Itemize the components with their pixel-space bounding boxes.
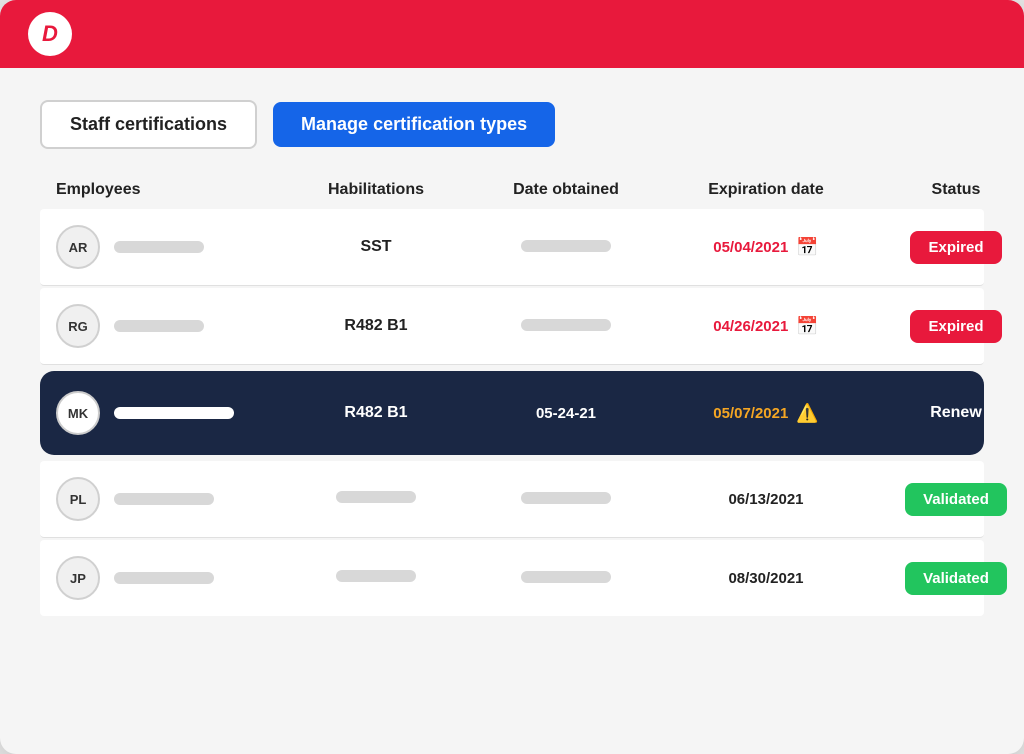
status-cell-rg: Expired (876, 310, 1024, 343)
avatar-jp: JP (56, 556, 100, 600)
col-header-employees: Employees (56, 181, 276, 199)
date-obtained-ar (476, 239, 656, 256)
date-placeholder-jp (521, 571, 611, 583)
name-placeholder-rg (114, 320, 204, 332)
habilitation-r482b1-rg: R482 B1 (276, 317, 476, 335)
name-placeholder-mk (114, 407, 234, 419)
status-badge-validated-pl: Validated (905, 483, 1007, 516)
date-obtained-pl (476, 491, 656, 508)
app-window: D Staff certifications Manage certificat… (0, 0, 1024, 754)
logo: D (28, 12, 72, 56)
status-badge-expired-ar: Expired (910, 231, 1001, 264)
col-header-status: Status (876, 181, 1024, 199)
habilitation-jp (276, 569, 476, 587)
staff-certifications-tab[interactable]: Staff certifications (40, 100, 257, 149)
expiration-date-pl: 06/13/2021 (656, 491, 876, 508)
status-badge-validated-jp: Validated (905, 562, 1007, 595)
habil-placeholder-pl (336, 491, 416, 503)
table-row: AR SST 05/04/2021 📅 Expired (40, 209, 984, 286)
manage-certification-types-tab[interactable]: Manage certification types (273, 102, 555, 147)
main-content: Staff certifications Manage certificatio… (0, 68, 1024, 754)
avatar-ar: AR (56, 225, 100, 269)
top-bar: D (0, 0, 1024, 68)
tab-row: Staff certifications Manage certificatio… (40, 100, 984, 149)
status-cell-pl: Validated (876, 483, 1024, 516)
date-placeholder-pl (521, 492, 611, 504)
table-header: Employees Habilitations Date obtained Ex… (40, 181, 984, 209)
table-row-highlighted: MK R482 B1 05-24-21 05/07/2021 ⚠️ Renew (40, 371, 984, 455)
status-cell-ar: Expired (876, 231, 1024, 264)
name-placeholder-jp (114, 572, 214, 584)
expiration-date-ar: 05/04/2021 📅 (656, 237, 876, 258)
avatar-pl: PL (56, 477, 100, 521)
employee-cell-rg: RG (56, 304, 276, 348)
calendar-icon-rg: 📅 (796, 316, 818, 337)
warning-icon-mk: ⚠️ (796, 403, 818, 424)
avatar-rg: RG (56, 304, 100, 348)
employee-cell-jp: JP (56, 556, 276, 600)
date-placeholder-rg (521, 319, 611, 331)
habilitation-pl (276, 490, 476, 508)
table-row: RG R482 B1 04/26/2021 📅 Expired (40, 288, 984, 365)
name-placeholder-ar (114, 241, 204, 253)
col-header-habilitations: Habilitations (276, 181, 476, 199)
status-badge-expired-rg: Expired (910, 310, 1001, 343)
col-header-expiration-date: Expiration date (656, 181, 876, 199)
expiration-date-rg: 04/26/2021 📅 (656, 316, 876, 337)
employee-cell-mk: MK (56, 391, 276, 435)
avatar-mk: MK (56, 391, 100, 435)
calendar-icon-ar: 📅 (796, 237, 818, 258)
date-obtained-mk: 05-24-21 (476, 405, 656, 422)
col-header-date-obtained: Date obtained (476, 181, 656, 199)
expiration-date-mk: 05/07/2021 ⚠️ (656, 403, 876, 424)
expiration-date-jp: 08/30/2021 (656, 570, 876, 587)
name-placeholder-pl (114, 493, 214, 505)
habilitation-r482b1-mk: R482 B1 (276, 404, 476, 422)
date-obtained-rg (476, 318, 656, 335)
status-cell-mk: Renew (876, 404, 1024, 422)
table-row: PL 06/13/2021 Validated (40, 461, 984, 538)
date-obtained-jp (476, 570, 656, 587)
table-row: JP 08/30/2021 Validated (40, 540, 984, 616)
certifications-table: Employees Habilitations Date obtained Ex… (40, 181, 984, 616)
habil-placeholder-jp (336, 570, 416, 582)
status-renew-mk: Renew (930, 404, 982, 422)
habilitation-sst: SST (276, 238, 476, 256)
date-placeholder-ar (521, 240, 611, 252)
employee-cell-pl: PL (56, 477, 276, 521)
status-cell-jp: Validated (876, 562, 1024, 595)
employee-cell-ar: AR (56, 225, 276, 269)
